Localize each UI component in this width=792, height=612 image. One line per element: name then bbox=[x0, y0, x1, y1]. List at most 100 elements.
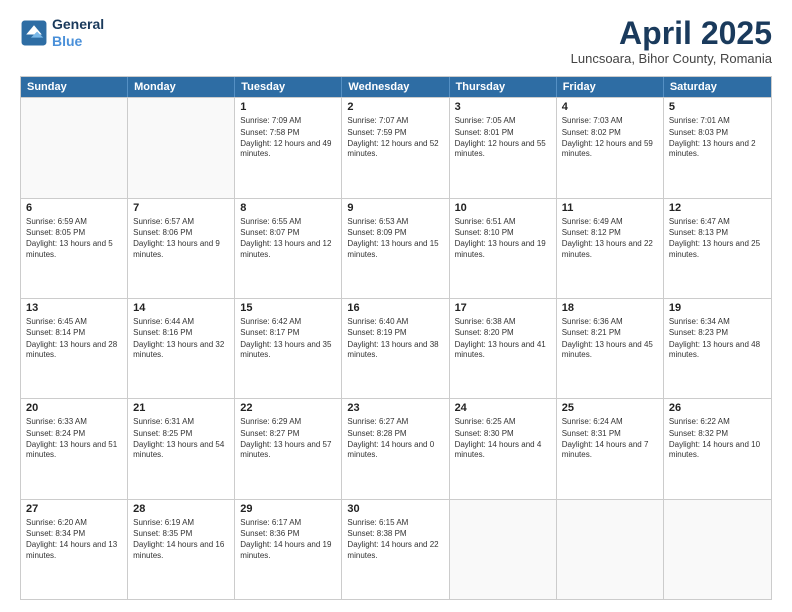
daylight-text: Daylight: 13 hours and 32 minutes. bbox=[133, 340, 229, 361]
sunrise-text: Sunrise: 6:36 AM bbox=[562, 317, 658, 327]
daylight-text: Daylight: 13 hours and 5 minutes. bbox=[26, 239, 122, 260]
calendar-cell: 1Sunrise: 7:09 AMSunset: 7:58 PMDaylight… bbox=[235, 98, 342, 197]
daylight-text: Daylight: 13 hours and 2 minutes. bbox=[669, 139, 766, 160]
calendar-cell: 30Sunrise: 6:15 AMSunset: 8:38 PMDayligh… bbox=[342, 500, 449, 599]
calendar-cell: 15Sunrise: 6:42 AMSunset: 8:17 PMDayligh… bbox=[235, 299, 342, 398]
day-number: 17 bbox=[455, 302, 551, 314]
sunset-text: Sunset: 8:20 PM bbox=[455, 328, 551, 338]
sunrise-text: Sunrise: 7:01 AM bbox=[669, 116, 766, 126]
daylight-text: Daylight: 13 hours and 9 minutes. bbox=[133, 239, 229, 260]
sunrise-text: Sunrise: 6:24 AM bbox=[562, 417, 658, 427]
page: General Blue April 2025 Luncsoara, Bihor… bbox=[0, 0, 792, 612]
sunrise-text: Sunrise: 6:29 AM bbox=[240, 417, 336, 427]
calendar-cell: 10 Sunrise: 6:51 AMSunset: 8:10 PMDayligh… bbox=[450, 199, 557, 298]
daylight-text: Daylight: 14 hours and 13 minutes. bbox=[26, 540, 122, 561]
calendar: SundayMondayTuesdayWednesdayThursdayFrid… bbox=[20, 76, 772, 600]
sunrise-text: Sunrise: 6:33 AM bbox=[26, 417, 122, 427]
sunset-text: Sunset: 8:35 PM bbox=[133, 529, 229, 539]
sunrise-text: Sunrise: 6:51 AM bbox=[455, 217, 551, 227]
day-number: 27 bbox=[26, 503, 122, 515]
day-number: 20 bbox=[26, 402, 122, 414]
calendar-cell: 24Sunrise: 6:25 AMSunset: 8:30 PMDayligh… bbox=[450, 399, 557, 498]
calendar-cell: 20 Sunrise: 6:33 AM Sunset: 8:24 PMDayligh… bbox=[21, 399, 128, 498]
daylight-text: Daylight: 13 hours and 22 minutes. bbox=[562, 239, 658, 260]
sunset-text: Sunset: 8:31 PM bbox=[562, 429, 658, 439]
day-number: 15 bbox=[240, 302, 336, 314]
day-header-wednesday: Wednesday bbox=[342, 77, 449, 97]
calendar-cell: 27Sunrise: 6:20 AMSunset: 8:34 PMDayligh… bbox=[21, 500, 128, 599]
daylight-text: Daylight: 14 hours and 7 minutes. bbox=[562, 440, 658, 461]
calendar-row-3: 20Sunrise: 6:33 AMSunset: 8:24 PMDayligh… bbox=[21, 398, 771, 498]
day-number: 14 bbox=[133, 302, 229, 314]
day-number: 30 bbox=[347, 503, 443, 515]
calendar-row-2: 13Sunrise: 6:45 AMSunset: 8:14 PMDayligh… bbox=[21, 298, 771, 398]
sunrise-text: Sunrise: 6:38 AM bbox=[455, 317, 551, 327]
daylight-text: Daylight: 13 hours and 57 minutes. bbox=[240, 440, 336, 461]
day-number: 2 bbox=[347, 101, 443, 113]
day-number: 16 bbox=[347, 302, 443, 314]
calendar-cell: 22Sunrise: 6:29 AMSunset: 8:27 PMDayligh… bbox=[235, 399, 342, 498]
day-number: 6 bbox=[26, 202, 122, 214]
calendar-row-4: 27Sunrise: 6:20 AMSunset: 8:34 PMDayligh… bbox=[21, 499, 771, 599]
daylight-text: Daylight: 13 hours and 25 minutes. bbox=[669, 239, 766, 260]
day-header-sunday: Sunday bbox=[21, 77, 128, 97]
daylight-text: Daylight: 14 hours and 0 minutes. bbox=[347, 440, 443, 461]
sunset-text: Sunset: 8:17 PM bbox=[240, 328, 336, 338]
daylight-text: Daylight: 13 hours and 48 minutes. bbox=[669, 340, 766, 361]
main-title: April 2025 bbox=[571, 16, 772, 51]
day-number: 10 bbox=[455, 202, 551, 214]
daylight-text: Daylight: 13 hours and 19 minutes. bbox=[455, 239, 551, 260]
calendar-cell bbox=[557, 500, 664, 599]
day-number: 3 bbox=[455, 101, 551, 113]
sunset-text: Sunset: 8:10 PM bbox=[455, 228, 551, 238]
sunset-text: Sunset: 8:09 PM bbox=[347, 228, 443, 238]
sunrise-text: Sunrise: 7:03 AM bbox=[562, 116, 658, 126]
sunset-text: Sunset: 8:05 PM bbox=[26, 228, 122, 238]
day-number: 11 bbox=[562, 202, 658, 214]
sunrise-text: Sunrise: 6:34 AM bbox=[669, 317, 766, 327]
daylight-text: Daylight: 12 hours and 55 minutes. bbox=[455, 139, 551, 160]
sunset-text: Sunset: 8:24 PM bbox=[26, 429, 122, 439]
day-number: 25 bbox=[562, 402, 658, 414]
calendar-cell: 29Sunrise: 6:17 AMSunset: 8:36 PMDayligh… bbox=[235, 500, 342, 599]
sunrise-text: Sunrise: 6:53 AM bbox=[347, 217, 443, 227]
day-number: 21 bbox=[133, 402, 229, 414]
daylight-text: Daylight: 13 hours and 28 minutes. bbox=[26, 340, 122, 361]
calendar-cell: 6Sunrise: 6:59 AMSunset: 8:05 PMDaylight… bbox=[21, 199, 128, 298]
sunset-text: Sunset: 8:03 PM bbox=[669, 128, 766, 138]
daylight-text: Daylight: 13 hours and 12 minutes. bbox=[240, 239, 336, 260]
sunset-text: Sunset: 8:16 PM bbox=[133, 328, 229, 338]
calendar-body: 1Sunrise: 7:09 AMSunset: 7:58 PMDaylight… bbox=[21, 97, 771, 599]
daylight-text: Daylight: 12 hours and 59 minutes. bbox=[562, 139, 658, 160]
sunset-text: Sunset: 8:34 PM bbox=[26, 529, 122, 539]
sunset-text: Sunset: 8:28 PM bbox=[347, 429, 443, 439]
sunrise-text: Sunrise: 6:44 AM bbox=[133, 317, 229, 327]
day-number: 9 bbox=[347, 202, 443, 214]
calendar-cell: 2Sunrise: 7:07 AMSunset: 7:59 PMDaylight… bbox=[342, 98, 449, 197]
sunrise-text: Sunrise: 6:25 AM bbox=[455, 417, 551, 427]
day-number: 18 bbox=[562, 302, 658, 314]
day-header-monday: Monday bbox=[128, 77, 235, 97]
sunrise-text: Sunrise: 6:17 AM bbox=[240, 518, 336, 528]
sunset-text: Sunset: 8:07 PM bbox=[240, 228, 336, 238]
sunrise-text: Sunrise: 6:47 AM bbox=[669, 217, 766, 227]
calendar-cell: 25 Sunrise: 6:24 AM Sunset: 8:31 PMDayligh… bbox=[557, 399, 664, 498]
sunset-text: Sunset: 8:12 PM bbox=[562, 228, 658, 238]
calendar-cell: 7Sunrise: 6:57 AMSunset: 8:06 PMDaylight… bbox=[128, 199, 235, 298]
calendar-cell: 17Sunrise: 6:38 AMSunset: 8:20 PMDayligh… bbox=[450, 299, 557, 398]
daylight-text: Daylight: 12 hours and 49 minutes. bbox=[240, 139, 336, 160]
sunrise-text: Sunrise: 6:15 AM bbox=[347, 518, 443, 528]
sunrise-text: Sunrise: 6:40 AM bbox=[347, 317, 443, 327]
sunset-text: Sunset: 8:06 PM bbox=[133, 228, 229, 238]
sunset-text: Sunset: 8:36 PM bbox=[240, 529, 336, 539]
day-number: 7 bbox=[133, 202, 229, 214]
calendar-cell bbox=[21, 98, 128, 197]
day-number: 5 bbox=[669, 101, 766, 113]
daylight-text: Daylight: 13 hours and 51 minutes. bbox=[26, 440, 122, 461]
daylight-text: Daylight: 13 hours and 35 minutes. bbox=[240, 340, 336, 361]
logo-text: General Blue bbox=[52, 16, 104, 50]
calendar-cell: 5 Sunrise: 7:01 AM Sunset: 8:03 PMDaylight… bbox=[664, 98, 771, 197]
sunset-text: Sunset: 8:30 PM bbox=[455, 429, 551, 439]
calendar-cell: 14 Sunrise: 6:44 AMSunset: 8:16 PM Dayligh… bbox=[128, 299, 235, 398]
logo-line2: Blue bbox=[52, 33, 104, 50]
